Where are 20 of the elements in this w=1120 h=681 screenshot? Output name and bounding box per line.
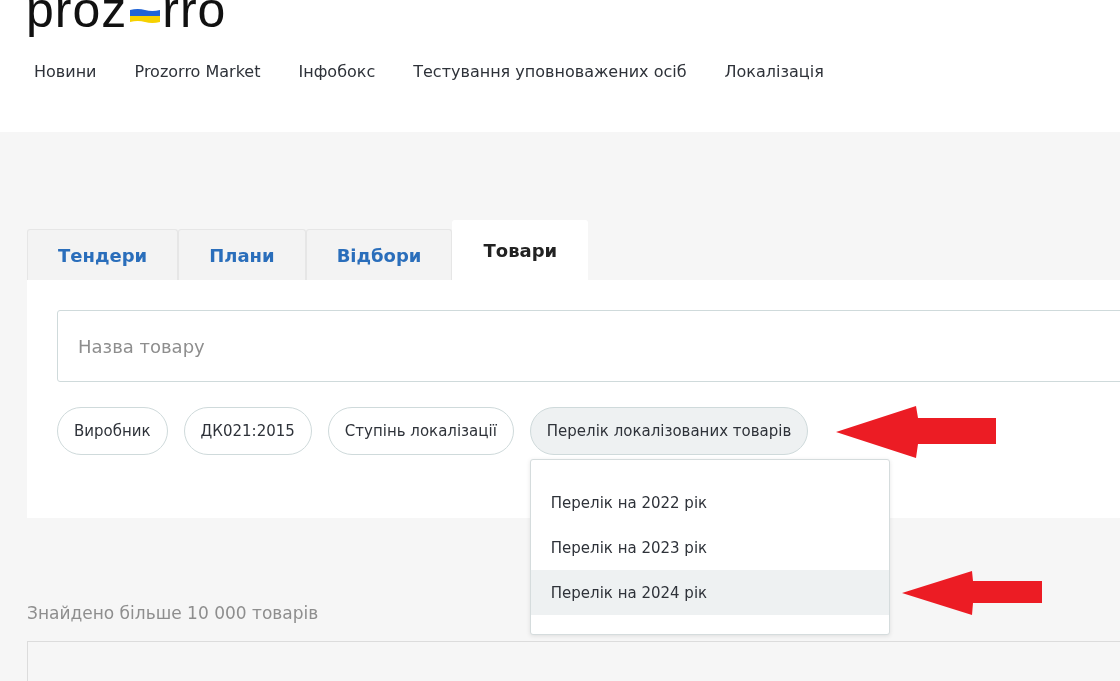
search-field[interactable]: Назва товару bbox=[57, 310, 1120, 382]
tab[interactable]: Товари bbox=[452, 220, 589, 280]
nav-link[interactable]: Локалізація bbox=[724, 62, 824, 81]
filter-chip[interactable]: Виробник bbox=[57, 407, 168, 455]
nav-link[interactable]: Новини bbox=[34, 62, 97, 81]
dropdown-item[interactable]: Перелік на 2023 рік bbox=[530, 525, 889, 570]
results-count: Знайдено більше 10 000 товарів bbox=[27, 603, 319, 623]
nav-link[interactable]: Тестування уповноважених осіб bbox=[413, 62, 687, 81]
filter-chip[interactable]: ДК021:2015 bbox=[183, 407, 312, 455]
tab[interactable]: Тендери bbox=[27, 229, 179, 280]
nav-link[interactable]: Prozorro Market bbox=[134, 62, 261, 81]
filter-chip[interactable]: Перелік локалізованих товарів bbox=[529, 407, 809, 455]
filter-chip[interactable]: Ступінь локалізації bbox=[327, 407, 514, 455]
flag-icon bbox=[130, 8, 161, 24]
nav-link[interactable]: Інфобокс bbox=[298, 62, 376, 81]
tab[interactable]: Плани bbox=[178, 229, 306, 280]
tab[interactable]: Відбори bbox=[305, 229, 453, 280]
prozorro-logo[interactable]: proz rro bbox=[0, 0, 1120, 42]
dropdown-item[interactable]: Перелік на 2022 рік bbox=[530, 480, 889, 525]
dropdown-item[interactable]: Перелік на 2024 рік bbox=[530, 570, 889, 615]
